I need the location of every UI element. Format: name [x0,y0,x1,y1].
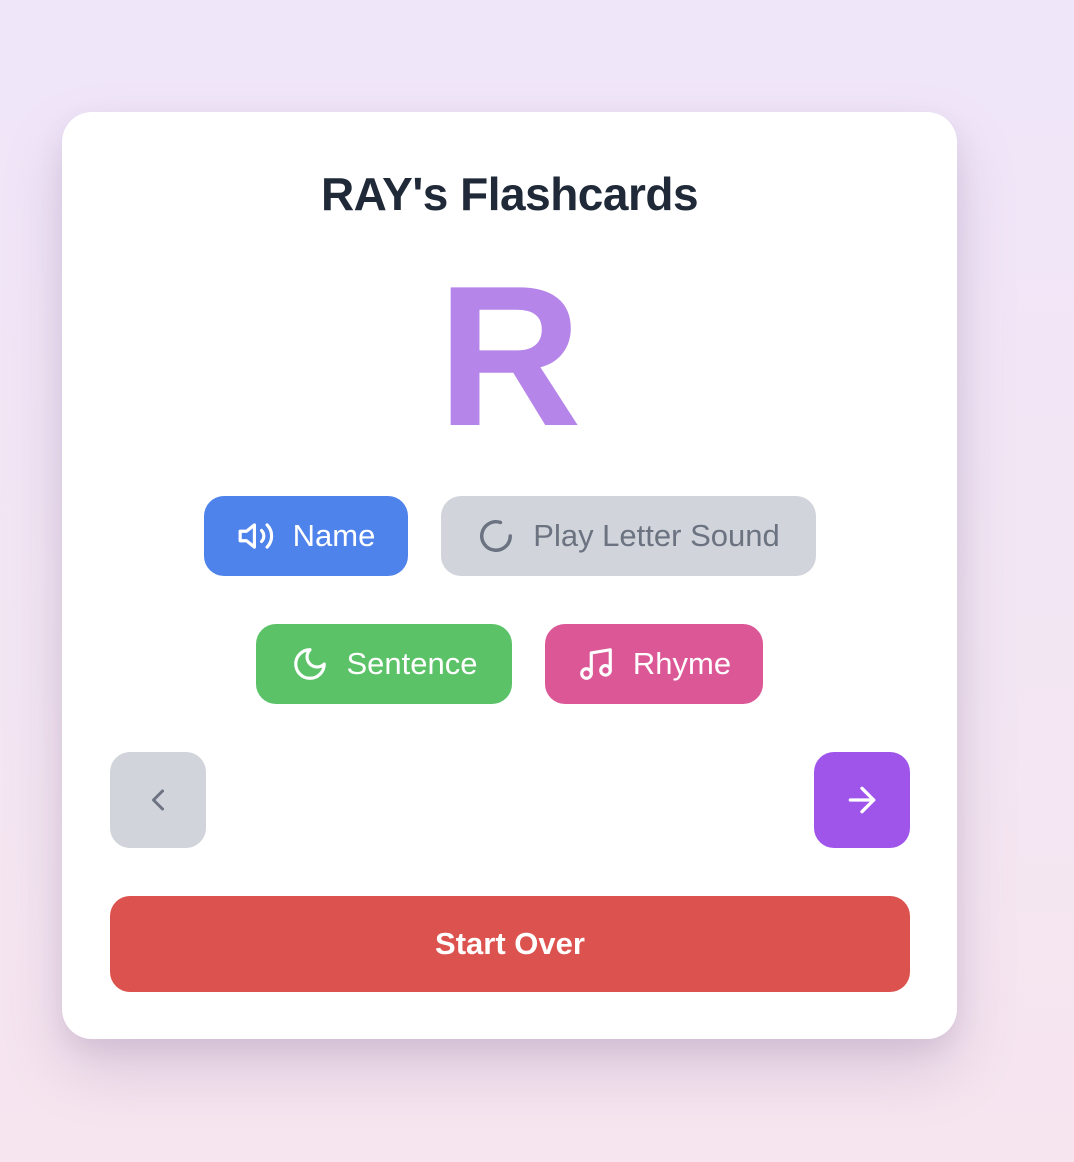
loading-spinner-icon [477,517,515,555]
start-over-button[interactable]: Start Over [110,896,910,992]
name-button-label: Name [292,518,376,553]
chevron-left-icon [140,782,176,818]
rhyme-button-label: Rhyme [632,646,732,681]
play-letter-sound-button[interactable]: Play Letter Sound [441,496,816,576]
name-button[interactable]: Name [204,496,408,576]
speaker-icon [237,517,275,555]
arrow-right-icon [842,780,882,820]
page-title: RAY's Flashcards [320,168,699,220]
next-card-button[interactable] [814,752,910,848]
sentence-button-label: Sentence [346,646,478,681]
rhyme-button[interactable]: Rhyme [545,624,763,704]
music-note-icon [577,645,615,683]
start-over-label: Start Over [435,926,585,961]
flashcard-letter: R [437,245,582,468]
previous-card-button[interactable] [110,752,206,848]
moon-icon [291,645,329,683]
flashcard-panel: RAY's Flashcards R Name Play Letter Soun… [62,112,957,1039]
play-letter-sound-label: Play Letter Sound [533,518,780,553]
sentence-button[interactable]: Sentence [256,624,512,704]
